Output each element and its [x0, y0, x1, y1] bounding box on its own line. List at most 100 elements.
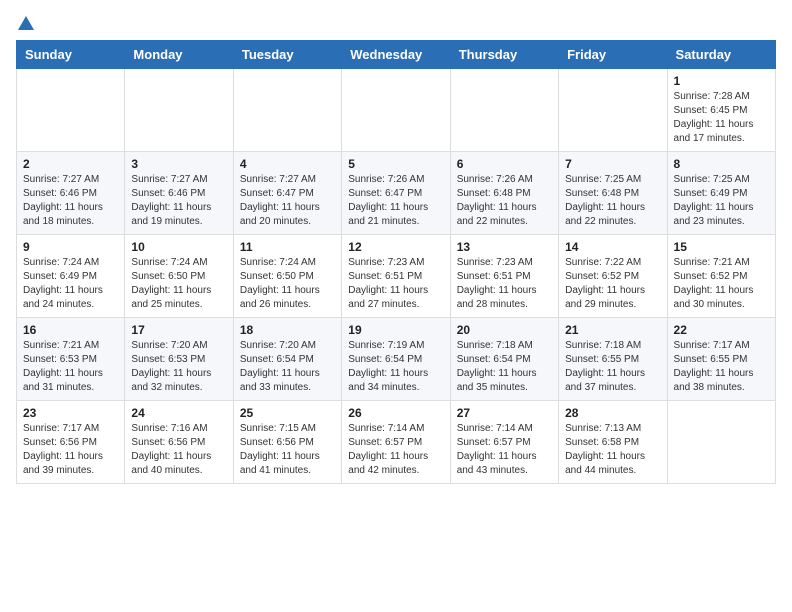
day-number: 24: [131, 406, 226, 420]
day-number: 23: [23, 406, 118, 420]
calendar-header-tuesday: Tuesday: [233, 41, 341, 69]
calendar-cell: 1 Sunrise: 7:28 AM Sunset: 6:45 PM Daylig…: [667, 69, 775, 152]
day-number: 15: [674, 240, 769, 254]
calendar-cell: [559, 69, 667, 152]
header: [16, 16, 776, 30]
calendar-cell: 2 Sunrise: 7:27 AM Sunset: 6:46 PM Daylig…: [17, 152, 125, 235]
day-info: Sunrise: 7:24 AM Sunset: 6:50 PM Dayligh…: [240, 256, 335, 312]
day-info: Sunrise: 7:23 AM Sunset: 6:51 PM Dayligh…: [348, 256, 443, 312]
day-info: Sunrise: 7:24 AM Sunset: 6:50 PM Dayligh…: [131, 256, 226, 312]
calendar-cell: [233, 69, 341, 152]
day-number: 9: [23, 240, 118, 254]
calendar-week-row: 1 Sunrise: 7:28 AM Sunset: 6:45 PM Daylig…: [17, 69, 776, 152]
day-number: 6: [457, 157, 552, 171]
day-info: Sunrise: 7:27 AM Sunset: 6:47 PM Dayligh…: [240, 173, 335, 229]
day-info: Sunrise: 7:23 AM Sunset: 6:51 PM Dayligh…: [457, 256, 552, 312]
day-info: Sunrise: 7:21 AM Sunset: 6:53 PM Dayligh…: [23, 339, 118, 395]
calendar-cell: 25 Sunrise: 7:15 AM Sunset: 6:56 PM Dayli…: [233, 401, 341, 484]
calendar-cell: 26 Sunrise: 7:14 AM Sunset: 6:57 PM Dayli…: [342, 401, 450, 484]
calendar-cell: 13 Sunrise: 7:23 AM Sunset: 6:51 PM Dayli…: [450, 235, 558, 318]
calendar-cell: 18 Sunrise: 7:20 AM Sunset: 6:54 PM Dayli…: [233, 318, 341, 401]
calendar-header-friday: Friday: [559, 41, 667, 69]
calendar-cell: 8 Sunrise: 7:25 AM Sunset: 6:49 PM Daylig…: [667, 152, 775, 235]
day-number: 19: [348, 323, 443, 337]
day-number: 28: [565, 406, 660, 420]
calendar-cell: 27 Sunrise: 7:14 AM Sunset: 6:57 PM Dayli…: [450, 401, 558, 484]
day-info: Sunrise: 7:13 AM Sunset: 6:58 PM Dayligh…: [565, 422, 660, 478]
day-info: Sunrise: 7:25 AM Sunset: 6:48 PM Dayligh…: [565, 173, 660, 229]
day-number: 8: [674, 157, 769, 171]
calendar-cell: 23 Sunrise: 7:17 AM Sunset: 6:56 PM Dayli…: [17, 401, 125, 484]
day-number: 12: [348, 240, 443, 254]
day-number: 3: [131, 157, 226, 171]
calendar-cell: [125, 69, 233, 152]
day-info: Sunrise: 7:15 AM Sunset: 6:56 PM Dayligh…: [240, 422, 335, 478]
calendar-cell: 15 Sunrise: 7:21 AM Sunset: 6:52 PM Dayli…: [667, 235, 775, 318]
calendar-cell: 11 Sunrise: 7:24 AM Sunset: 6:50 PM Dayli…: [233, 235, 341, 318]
day-info: Sunrise: 7:26 AM Sunset: 6:48 PM Dayligh…: [457, 173, 552, 229]
calendar-cell: [450, 69, 558, 152]
logo-triangle-icon: [18, 16, 34, 30]
logo: [16, 16, 34, 30]
day-number: 2: [23, 157, 118, 171]
day-number: 18: [240, 323, 335, 337]
day-number: 16: [23, 323, 118, 337]
day-info: Sunrise: 7:26 AM Sunset: 6:47 PM Dayligh…: [348, 173, 443, 229]
day-number: 22: [674, 323, 769, 337]
day-number: 17: [131, 323, 226, 337]
calendar-week-row: 9 Sunrise: 7:24 AM Sunset: 6:49 PM Daylig…: [17, 235, 776, 318]
day-info: Sunrise: 7:16 AM Sunset: 6:56 PM Dayligh…: [131, 422, 226, 478]
calendar-header-wednesday: Wednesday: [342, 41, 450, 69]
calendar-week-row: 23 Sunrise: 7:17 AM Sunset: 6:56 PM Dayli…: [17, 401, 776, 484]
day-number: 25: [240, 406, 335, 420]
calendar-cell: 17 Sunrise: 7:20 AM Sunset: 6:53 PM Dayli…: [125, 318, 233, 401]
calendar-header-saturday: Saturday: [667, 41, 775, 69]
day-info: Sunrise: 7:19 AM Sunset: 6:54 PM Dayligh…: [348, 339, 443, 395]
day-info: Sunrise: 7:27 AM Sunset: 6:46 PM Dayligh…: [131, 173, 226, 229]
calendar-cell: 9 Sunrise: 7:24 AM Sunset: 6:49 PM Daylig…: [17, 235, 125, 318]
calendar-header-row: SundayMondayTuesdayWednesdayThursdayFrid…: [17, 41, 776, 69]
calendar-table: SundayMondayTuesdayWednesdayThursdayFrid…: [16, 40, 776, 484]
day-info: Sunrise: 7:21 AM Sunset: 6:52 PM Dayligh…: [674, 256, 769, 312]
calendar-cell: 19 Sunrise: 7:19 AM Sunset: 6:54 PM Dayli…: [342, 318, 450, 401]
calendar-cell: 10 Sunrise: 7:24 AM Sunset: 6:50 PM Dayli…: [125, 235, 233, 318]
day-info: Sunrise: 7:17 AM Sunset: 6:56 PM Dayligh…: [23, 422, 118, 478]
calendar-cell: 24 Sunrise: 7:16 AM Sunset: 6:56 PM Dayli…: [125, 401, 233, 484]
day-info: Sunrise: 7:18 AM Sunset: 6:55 PM Dayligh…: [565, 339, 660, 395]
day-info: Sunrise: 7:18 AM Sunset: 6:54 PM Dayligh…: [457, 339, 552, 395]
calendar-cell: 14 Sunrise: 7:22 AM Sunset: 6:52 PM Dayli…: [559, 235, 667, 318]
day-info: Sunrise: 7:28 AM Sunset: 6:45 PM Dayligh…: [674, 90, 769, 146]
calendar-cell: [342, 69, 450, 152]
calendar-cell: 28 Sunrise: 7:13 AM Sunset: 6:58 PM Dayli…: [559, 401, 667, 484]
day-number: 21: [565, 323, 660, 337]
day-number: 5: [348, 157, 443, 171]
day-info: Sunrise: 7:20 AM Sunset: 6:54 PM Dayligh…: [240, 339, 335, 395]
calendar-header-monday: Monday: [125, 41, 233, 69]
day-info: Sunrise: 7:14 AM Sunset: 6:57 PM Dayligh…: [457, 422, 552, 478]
day-info: Sunrise: 7:22 AM Sunset: 6:52 PM Dayligh…: [565, 256, 660, 312]
day-number: 1: [674, 74, 769, 88]
calendar-cell: 5 Sunrise: 7:26 AM Sunset: 6:47 PM Daylig…: [342, 152, 450, 235]
day-number: 20: [457, 323, 552, 337]
calendar-cell: 22 Sunrise: 7:17 AM Sunset: 6:55 PM Dayli…: [667, 318, 775, 401]
day-info: Sunrise: 7:27 AM Sunset: 6:46 PM Dayligh…: [23, 173, 118, 229]
calendar-cell: 4 Sunrise: 7:27 AM Sunset: 6:47 PM Daylig…: [233, 152, 341, 235]
day-info: Sunrise: 7:17 AM Sunset: 6:55 PM Dayligh…: [674, 339, 769, 395]
day-info: Sunrise: 7:20 AM Sunset: 6:53 PM Dayligh…: [131, 339, 226, 395]
calendar-header-thursday: Thursday: [450, 41, 558, 69]
day-info: Sunrise: 7:25 AM Sunset: 6:49 PM Dayligh…: [674, 173, 769, 229]
calendar-cell: 12 Sunrise: 7:23 AM Sunset: 6:51 PM Dayli…: [342, 235, 450, 318]
day-number: 14: [565, 240, 660, 254]
day-info: Sunrise: 7:24 AM Sunset: 6:49 PM Dayligh…: [23, 256, 118, 312]
calendar-cell: [667, 401, 775, 484]
calendar-cell: 7Sunrise: 7:25 AM Sunset: 6:48 PM Daylig…: [559, 152, 667, 235]
day-number: 13: [457, 240, 552, 254]
day-info: Sunrise: 7:14 AM Sunset: 6:57 PM Dayligh…: [348, 422, 443, 478]
day-number: 26: [348, 406, 443, 420]
calendar-cell: 20 Sunrise: 7:18 AM Sunset: 6:54 PM Dayli…: [450, 318, 558, 401]
day-number: 4: [240, 157, 335, 171]
day-number: 27: [457, 406, 552, 420]
day-number: 10: [131, 240, 226, 254]
calendar-week-row: 16 Sunrise: 7:21 AM Sunset: 6:53 PM Dayli…: [17, 318, 776, 401]
day-number: 11: [240, 240, 335, 254]
